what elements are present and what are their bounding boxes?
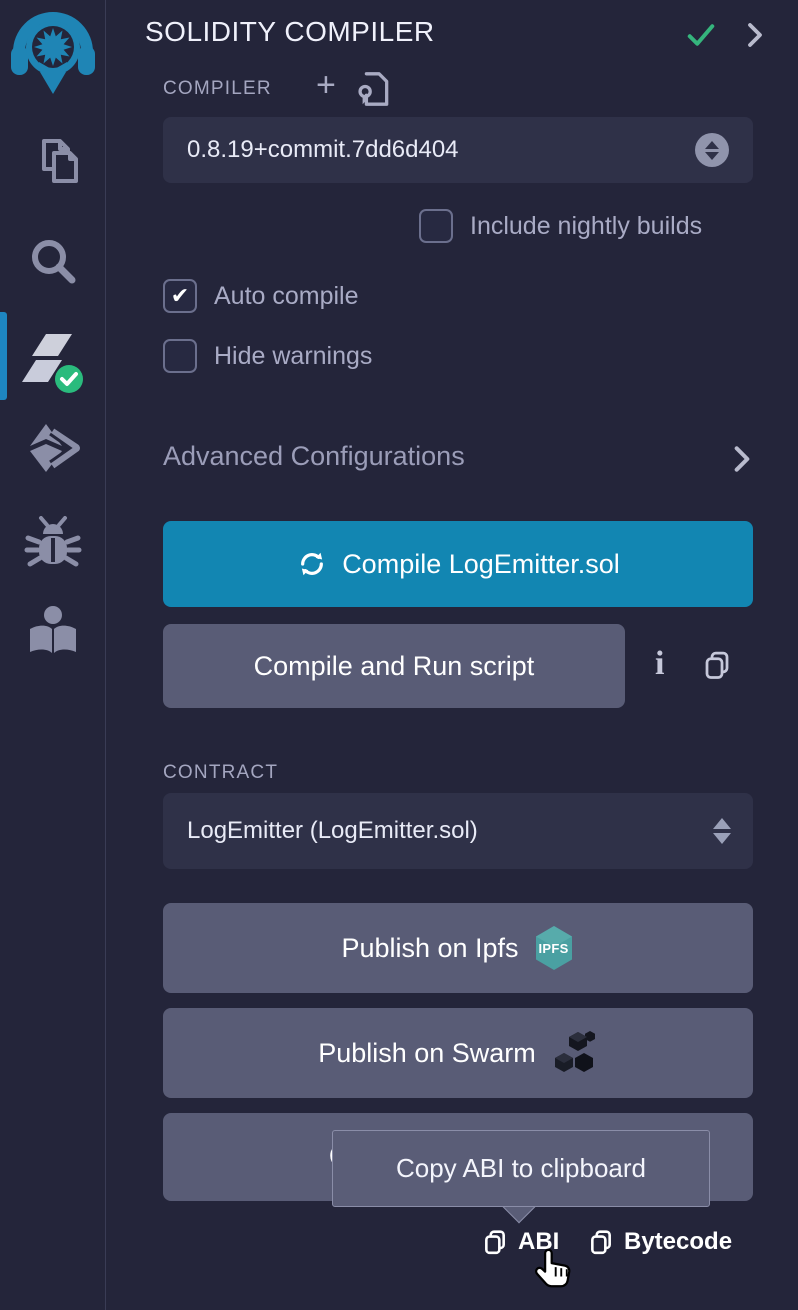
- contract-dropdown-icon: [713, 818, 731, 844]
- copy-abi-icon: [482, 1228, 508, 1256]
- sidebar-item-deploy-and-run[interactable]: [0, 420, 106, 478]
- copy-bytecode-label: Bytecode: [624, 1228, 732, 1256]
- deploy-and-run-icon: [24, 420, 82, 478]
- auto-compile-checkbox[interactable]: ✔: [163, 279, 197, 313]
- compiler-version-dropdown-icon: [695, 133, 729, 167]
- compiler-version-value: 0.8.19+commit.7dd6d404: [187, 136, 459, 164]
- publish-ipfs-label: Publish on Ipfs: [341, 933, 518, 964]
- swarm-logo-icon: [550, 1029, 598, 1077]
- sidebar-item-file-explorer[interactable]: [0, 133, 106, 191]
- compile-button[interactable]: Compile LogEmitter.sol: [163, 521, 753, 607]
- publish-swarm-button[interactable]: Publish on Swarm: [163, 1008, 753, 1098]
- include-nightly-label[interactable]: Include nightly builds: [470, 212, 702, 241]
- sidebar-item-solidity-compiler[interactable]: [0, 330, 106, 396]
- publish-ipfs-button[interactable]: Publish on Ipfs IPFS: [163, 903, 753, 993]
- mouse-cursor-hand-icon: [534, 1246, 576, 1298]
- compiler-version-select[interactable]: 0.8.19+commit.7dd6d404: [163, 117, 753, 183]
- icon-sidebar: [0, 0, 106, 1310]
- file-explorer-icon: [24, 133, 82, 191]
- solidity-compiler-icon: [20, 330, 86, 396]
- hide-warnings-checkbox[interactable]: [163, 339, 197, 373]
- advanced-configurations-label[interactable]: Advanced Configurations: [163, 441, 465, 472]
- copy-script-icon[interactable]: [702, 649, 732, 681]
- remix-logo-icon: [8, 6, 98, 98]
- sidebar-item-debugger[interactable]: [0, 516, 106, 574]
- copy-bytecode-icon: [588, 1228, 614, 1256]
- tooltip-text: Copy ABI to clipboard: [396, 1153, 646, 1184]
- hide-warnings-label[interactable]: Hide warnings: [214, 342, 372, 371]
- refresh-icon: [296, 548, 328, 580]
- remix-logo[interactable]: [0, 6, 106, 98]
- auto-compile-label[interactable]: Auto compile: [214, 282, 359, 311]
- publish-swarm-label: Publish on Swarm: [318, 1038, 536, 1069]
- page-title: SOLIDITY COMPILER: [145, 16, 435, 48]
- sidebar-item-search[interactable]: [0, 232, 106, 290]
- copy-bytecode-button[interactable]: Bytecode: [588, 1228, 732, 1256]
- book-reader-icon: [25, 603, 81, 659]
- contract-select-value: LogEmitter (LogEmitter.sol): [187, 817, 478, 845]
- checkmark-glyph: ✔: [171, 283, 189, 309]
- compiler-section-label: COMPILER: [163, 78, 272, 100]
- search-icon: [24, 232, 82, 290]
- ipfs-logo-icon: IPFS: [533, 925, 575, 971]
- compile-and-run-label: Compile and Run script: [254, 651, 535, 682]
- compile-success-icon: [684, 20, 718, 50]
- debugger-icon: [24, 516, 82, 574]
- advanced-configurations-chevron-icon[interactable]: [730, 443, 754, 475]
- sidebar-item-plugin-book[interactable]: [0, 603, 106, 659]
- add-compiler-icon[interactable]: +: [316, 68, 336, 102]
- copy-abi-tooltip: Copy ABI to clipboard: [332, 1130, 710, 1207]
- include-nightly-checkbox[interactable]: [419, 209, 453, 243]
- info-icon[interactable]: i: [655, 645, 664, 683]
- contract-section-label: CONTRACT: [163, 762, 278, 784]
- compile-and-run-button[interactable]: Compile and Run script: [163, 624, 625, 708]
- collapse-panel-chevron-icon[interactable]: [742, 20, 768, 50]
- contract-select[interactable]: LogEmitter (LogEmitter.sol): [163, 793, 753, 869]
- compiler-config-file-icon[interactable]: [356, 70, 392, 108]
- compile-button-label: Compile LogEmitter.sol: [342, 549, 620, 580]
